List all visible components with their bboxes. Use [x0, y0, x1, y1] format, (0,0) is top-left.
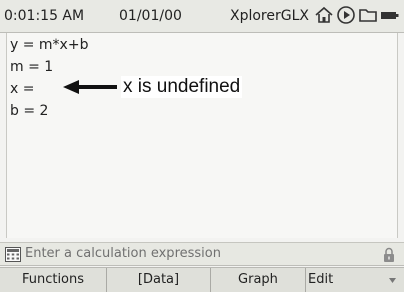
- annotation-text: x is undefined: [121, 76, 243, 98]
- graph-softkey[interactable]: Graph: [211, 268, 306, 292]
- folder-icon[interactable]: [358, 5, 378, 29]
- home-icon[interactable]: [314, 5, 334, 29]
- play-icon[interactable]: [336, 5, 356, 29]
- data-softkey[interactable]: [Data]: [107, 268, 211, 292]
- variable-line[interactable]: x =: [10, 81, 34, 97]
- calculator-display[interactable]: y = m*x+b m = 1 x = b = 2 x is undefined: [6, 33, 398, 238]
- expression-input[interactable]: [25, 246, 355, 261]
- functions-softkey[interactable]: Functions: [0, 268, 107, 292]
- left-arrow-icon: [63, 80, 117, 94]
- status-date: 01/01/00: [119, 8, 182, 24]
- status-bar: 0:01:15 AM 01/01/00 XplorerGLX: [0, 0, 404, 33]
- chevron-down-icon: [389, 278, 396, 283]
- lock-icon: [383, 247, 395, 267]
- softkey-bar: Functions [Data] Graph Edit: [0, 267, 404, 292]
- variable-line[interactable]: b = 2: [10, 103, 48, 119]
- expression-line[interactable]: y = m*x+b: [10, 37, 88, 53]
- app-name: XplorerGLX: [230, 8, 309, 24]
- variable-line[interactable]: m = 1: [10, 59, 53, 75]
- expression-input-bar: [0, 242, 404, 266]
- edit-softkey[interactable]: Edit: [306, 268, 404, 292]
- status-time: 0:01:15 AM: [4, 8, 85, 24]
- keypad-icon[interactable]: [5, 247, 21, 266]
- battery-icon: [380, 5, 400, 29]
- edit-softkey-label: Edit: [308, 272, 334, 287]
- device-screen: 0:01:15 AM 01/01/00 XplorerGLX y = m*x+b…: [0, 0, 404, 292]
